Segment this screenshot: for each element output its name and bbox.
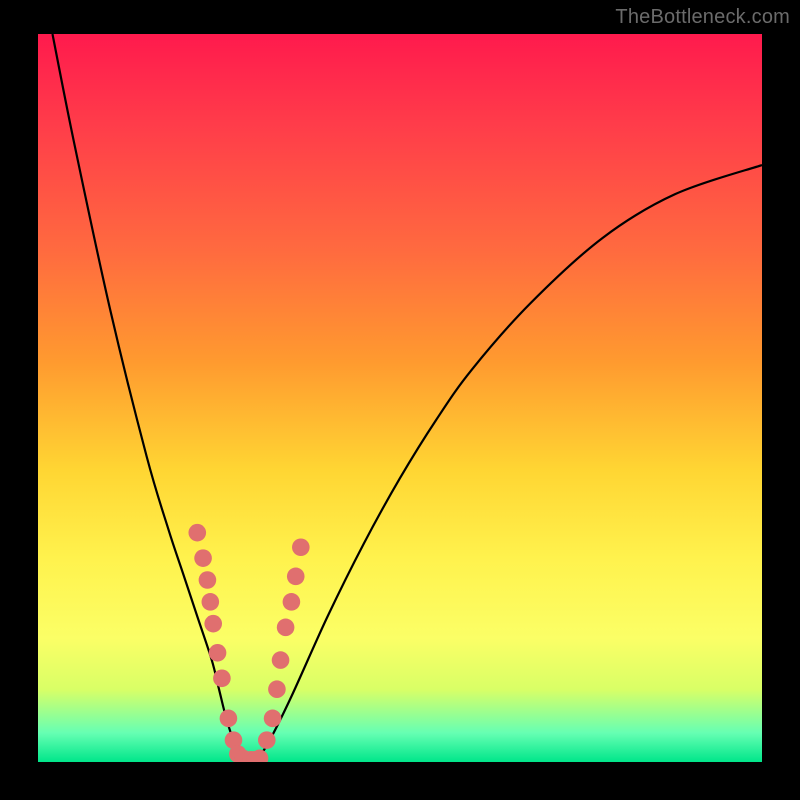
marker-dot: [283, 593, 301, 611]
marker-dot: [194, 549, 212, 567]
outer-frame: TheBottleneck.com: [0, 0, 800, 800]
marker-dot: [199, 571, 217, 589]
marker-dot: [204, 615, 222, 633]
marker-dot: [264, 710, 282, 728]
marker-dot: [268, 680, 286, 698]
marker-dot: [277, 619, 295, 637]
marker-dot: [292, 538, 310, 556]
bottleneck-curve: [52, 34, 762, 762]
marker-dot: [272, 651, 290, 669]
marker-dot: [287, 568, 305, 586]
marker-dot: [209, 644, 227, 662]
watermark-text: TheBottleneck.com: [615, 6, 790, 29]
marker-dot: [258, 731, 276, 749]
marker-dot: [202, 593, 220, 611]
marker-dot: [220, 710, 238, 728]
curve-group: [52, 34, 762, 762]
marker-dot: [188, 524, 206, 542]
plot-area: [38, 34, 762, 762]
marker-dot: [213, 669, 231, 687]
chart-svg: [38, 34, 762, 762]
